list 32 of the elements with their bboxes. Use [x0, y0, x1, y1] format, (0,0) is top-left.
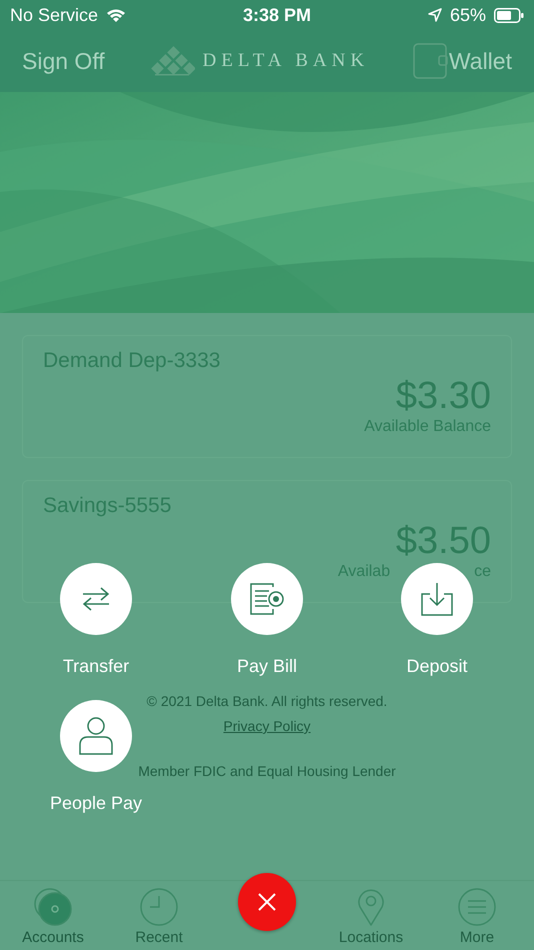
tab-item[interactable]: More [424, 881, 530, 950]
bill-icon [249, 583, 285, 615]
battery-percent: 65% [450, 4, 486, 26]
close-icon [258, 893, 276, 911]
coin-icon [33, 887, 73, 927]
swap-arrows-icon [81, 586, 111, 612]
tab-item[interactable]: Locations [318, 881, 424, 950]
bank-logo-text: DELTA BANK [202, 48, 370, 73]
time-text: 3:38 PM [242, 4, 312, 24]
copyright-text: © 2021 Delta Bank. All rights reserved. [146, 693, 388, 709]
download-tray-icon [420, 582, 454, 616]
privacy-policy-link[interactable]: Privacy Policy [223, 718, 311, 734]
sign-off-button[interactable]: Sign Off [22, 44, 105, 78]
member-fdic-text: Member FDIC and Equal Housing Lender [138, 763, 396, 779]
carrier-text: No Service [10, 4, 98, 26]
close-button[interactable] [238, 873, 296, 931]
person-icon [78, 717, 114, 755]
action-label: Transfer [62, 655, 130, 678]
action-label: Deposit [406, 655, 468, 678]
clock-icon [139, 887, 179, 927]
tab-item[interactable]: Accounts [0, 881, 106, 950]
action-label: Pay Bill [236, 655, 298, 678]
wallet-button[interactable]: Wallet [412, 43, 512, 79]
location-arrow-icon [428, 8, 442, 22]
diamond-logo-icon [148, 46, 195, 76]
menu-icon [457, 887, 497, 927]
action-label: People Pay [50, 792, 142, 815]
battery-icon [494, 8, 524, 22]
wifi-icon [106, 8, 126, 22]
map-pin-icon [356, 887, 386, 927]
tab-item[interactable]: Recent [106, 881, 212, 950]
wallet-icon [412, 43, 449, 79]
